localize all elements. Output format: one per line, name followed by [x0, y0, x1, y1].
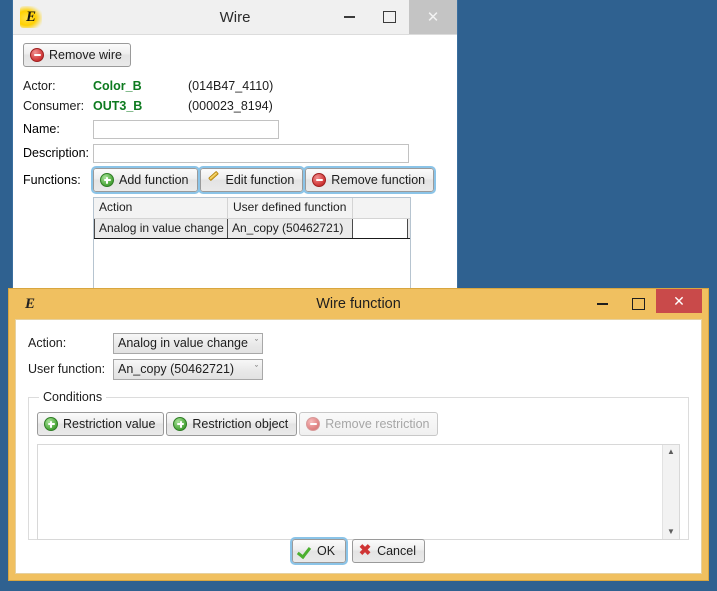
function-buttons: Add function Edit function Remove functi… [91, 166, 437, 194]
wire-function-controls: ✕ [584, 289, 702, 319]
wire-window: E Wire ✕ Remove wire Actor: Color_B (014… [12, 0, 458, 292]
functions-table[interactable]: Action User defined function Analog in v… [93, 197, 411, 292]
minimize-icon[interactable] [584, 289, 620, 319]
name-row: Name: [23, 118, 447, 140]
plus-circle-icon [44, 417, 58, 431]
name-label: Name: [23, 122, 60, 136]
actor-id: (014B47_4110) [188, 79, 274, 93]
cell-user-function: An_copy (50462721) [228, 219, 353, 238]
consumer-name: OUT3_B [93, 99, 143, 113]
restriction-object-label: Restriction object [192, 417, 289, 431]
app-logo-icon: E [24, 295, 35, 312]
x-mark-icon: ✖ [358, 542, 372, 559]
conditions-group: Conditions Restriction value Restriction… [28, 390, 689, 540]
minus-circle-icon [312, 173, 327, 187]
remove-function-button[interactable]: Remove function [303, 166, 437, 194]
ok-label: OK [317, 544, 336, 558]
chevron-down-icon: ˇ [255, 337, 258, 348]
ok-button[interactable]: OK [289, 537, 349, 565]
conditions-list-area[interactable] [38, 445, 662, 539]
close-icon[interactable]: ✕ [409, 0, 457, 34]
close-icon[interactable]: ✕ [656, 289, 702, 313]
minimize-icon[interactable] [329, 0, 369, 34]
column-header-action[interactable]: Action [94, 198, 228, 218]
user-function-label: User function: [28, 362, 106, 376]
cell-extra [353, 219, 408, 238]
wire-window-titlebar[interactable]: E Wire ✕ [13, 0, 457, 35]
actor-row: Actor: Color_B (014B47_4110) [23, 76, 447, 96]
functions-label: Functions: [23, 173, 81, 187]
remove-function-label: Remove function [331, 173, 426, 187]
maximize-icon[interactable] [620, 289, 656, 319]
close-glyph: ✕ [673, 292, 685, 309]
app-logo-icon: E [20, 6, 42, 28]
wire-function-dialog: E Wire function ✕ Action: Analog in valu… [8, 288, 709, 581]
consumer-id: (000023_8194) [188, 99, 273, 113]
consumer-row: Consumer: OUT3_B (000023_8194) [23, 96, 447, 116]
remove-restriction-button: Remove restriction [299, 412, 439, 436]
action-row: Action: Analog in value change ˇ [28, 330, 689, 356]
pencil-icon [207, 173, 221, 187]
column-header-user-defined-function[interactable]: User defined function [228, 198, 353, 218]
action-value: Analog in value change [118, 336, 248, 350]
consumer-label: Consumer: [23, 99, 85, 113]
wire-window-controls: ✕ [329, 0, 457, 34]
actor-label: Actor: [23, 79, 56, 93]
scroll-down-icon[interactable]: ▼ [667, 528, 675, 536]
maximize-icon[interactable] [369, 0, 409, 34]
description-input[interactable] [93, 143, 409, 163]
remove-wire-label: Remove wire [49, 48, 122, 62]
conditions-legend: Conditions [43, 390, 103, 404]
close-glyph: ✕ [426, 8, 440, 26]
add-function-label: Add function [119, 173, 189, 187]
name-input[interactable] [93, 119, 279, 139]
action-label: Action: [28, 336, 67, 350]
user-function-select[interactable]: An_copy (50462721) ˇ [113, 358, 263, 380]
wire-function-titlebar[interactable]: E Wire function ✕ [15, 289, 702, 319]
action-select[interactable]: Analog in value change ˇ [113, 332, 263, 354]
minus-circle-icon [30, 48, 44, 62]
cancel-label: Cancel [377, 544, 416, 558]
table-header-row: Action User defined function [94, 198, 410, 219]
minus-circle-icon [306, 417, 321, 431]
cancel-button[interactable]: ✖ Cancel [352, 539, 425, 563]
plus-circle-icon [173, 417, 188, 431]
dialog-footer: OK ✖ Cancel [16, 537, 701, 565]
functions-row: Functions: Add function Edit function Re… [23, 166, 447, 194]
conditions-scrollbar[interactable]: ▲ ▼ [662, 445, 679, 539]
table-row[interactable]: Analog in value change An_copy (50462721… [94, 219, 410, 239]
chevron-down-icon: ˇ [255, 363, 258, 374]
restriction-buttons: Restriction value Restriction object Rem… [37, 412, 680, 436]
user-function-row: User function: An_copy (50462721) ˇ [28, 356, 689, 382]
user-function-value: An_copy (50462721) [118, 362, 235, 376]
remove-restriction-label: Remove restriction [325, 417, 430, 431]
plus-circle-icon [100, 173, 114, 187]
wire-function-body: Action: Analog in value change ˇ User fu… [15, 319, 702, 574]
actor-name: Color_B [93, 79, 142, 93]
edit-function-button[interactable]: Edit function [197, 166, 306, 194]
restriction-object-button[interactable]: Restriction object [166, 412, 298, 436]
remove-wire-button[interactable]: Remove wire [23, 43, 131, 67]
wire-info: Actor: Color_B (014B47_4110) Consumer: O… [23, 76, 447, 116]
wire-window-body: Remove wire Actor: Color_B (014B47_4110)… [13, 35, 457, 292]
conditions-list[interactable]: ▲ ▼ [37, 444, 680, 540]
cell-action: Analog in value change [94, 219, 228, 238]
column-header-extra[interactable] [353, 198, 410, 218]
edit-function-label: Edit function [225, 173, 295, 187]
add-function-button[interactable]: Add function [91, 166, 200, 194]
checkmark-icon [298, 544, 312, 558]
scroll-up-icon[interactable]: ▲ [667, 448, 675, 456]
description-label: Description: [23, 146, 89, 160]
description-row: Description: [23, 142, 447, 164]
restriction-value-label: Restriction value [63, 417, 156, 431]
restriction-value-button[interactable]: Restriction value [37, 412, 165, 436]
